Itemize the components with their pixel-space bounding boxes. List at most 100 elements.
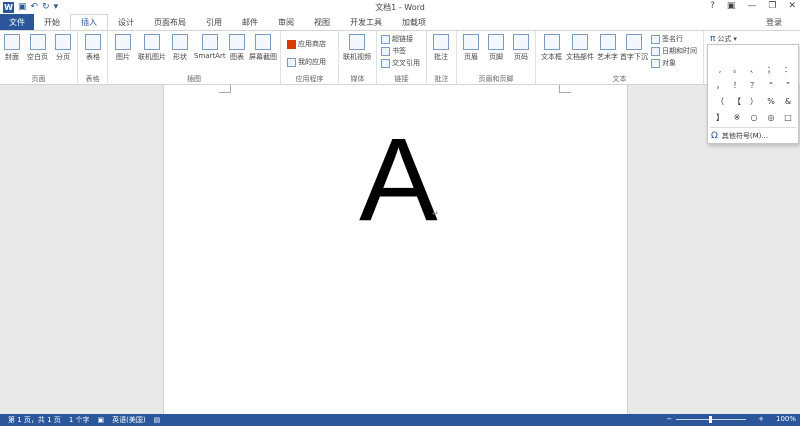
document-text[interactable]: A [359,121,438,239]
signature-line-button[interactable]: 签名行 [651,34,683,44]
date-time-button[interactable]: 日期和时间 [651,46,697,56]
symbol-cell[interactable]: （ [712,93,728,109]
smartart-button[interactable]: SmartArt [194,34,226,60]
ribbon-display-button[interactable]: ▣ [727,1,736,11]
tab-view[interactable]: 视图 [304,14,340,30]
tab-review[interactable]: 审阅 [268,14,304,30]
restore-button[interactable]: ❐ [768,1,776,11]
symbol-grid: , 。 、 ； ： ， ！ ？ “ ” （ 【 ） % & 】 ※ ○ ◎ □ [712,61,796,125]
wordart-button[interactable]: 艺术字 [597,34,618,62]
header-button[interactable]: 页眉 [463,34,479,62]
redo-icon[interactable]: ↻ [42,2,50,12]
tab-references[interactable]: 引用 [196,14,232,30]
symbol-cell[interactable]: ） [746,93,762,109]
symbol-cell[interactable]: ◎ [763,109,779,125]
text-box-button[interactable]: 文本框 [541,34,562,62]
my-apps-button[interactable]: 我的应用 [287,57,326,67]
help-button[interactable]: ? [710,1,715,11]
macro-icon[interactable]: ▤ [154,416,161,424]
comment-button[interactable]: 批注 [433,34,449,62]
word-count[interactable]: 1 个字 [69,415,90,425]
tab-file[interactable]: 文件 [0,14,34,30]
login-link[interactable]: 登录 [766,17,782,28]
language-status[interactable]: 英语(美国) [112,415,145,425]
tab-design[interactable]: 设计 [108,14,144,30]
close-button[interactable]: ✕ [788,1,796,11]
tab-home[interactable]: 开始 [34,14,70,30]
cross-reference-button[interactable]: 交叉引用 [381,58,420,68]
document-area[interactable]: A ↵ [0,85,800,414]
online-video-icon [349,34,365,50]
symbol-cell[interactable]: % [763,93,779,109]
zoom-in-button[interactable]: + [758,415,764,423]
symbol-cell[interactable]: 。 [729,61,745,77]
symbol-cell[interactable]: 】 [712,109,728,125]
symbol-cell[interactable]: “ [763,77,779,93]
symbol-cell[interactable]: □ [780,109,796,125]
online-pictures-button[interactable]: 联机图片 [138,34,166,62]
equation-button[interactable]: π 公式 ▾ [710,34,737,44]
page-count[interactable]: 第 1 页，共 1 页 [8,415,61,425]
symbol-cell[interactable]: 、 [746,61,762,77]
chart-button[interactable]: 图表 [229,34,245,62]
shapes-button[interactable]: 形状 [172,34,188,62]
group-label: 插图 [187,75,201,83]
symbol-cell[interactable]: ！ [729,77,745,93]
minimize-button[interactable]: — [747,1,756,11]
screenshot-button[interactable]: 屏幕截图 [249,34,277,62]
office-store-button[interactable]: 应用商店 [287,39,326,49]
symbol-cell[interactable]: ； [763,61,779,77]
picture-icon [115,34,131,50]
hyperlink-button[interactable]: 超链接 [381,34,413,44]
document-page[interactable]: A ↵ [163,85,628,414]
footer-button[interactable]: 页脚 [488,34,504,62]
status-bar: 第 1 页，共 1 页 1 个字 ▣ 英语(美国) ▤ − + 100% [0,414,800,426]
tab-mailings[interactable]: 邮件 [232,14,268,30]
bookmark-button[interactable]: 书签 [381,46,406,56]
paragraph-mark: ↵ [432,209,439,218]
more-symbols-item[interactable]: Ω 其他符号(M)... [711,131,768,141]
tab-addins[interactable]: 加载项 [392,14,436,30]
object-button[interactable]: 对象 [651,58,676,68]
zoom-slider-thumb[interactable] [709,415,713,423]
blank-page-button[interactable]: 空白页 [27,34,48,62]
symbol-cell[interactable]: ？ [746,77,762,93]
cover-page-button[interactable]: 封面 [4,34,20,62]
zoom-out-button[interactable]: − [666,415,672,423]
symbol-cell[interactable]: & [780,93,796,109]
customize-qat-icon[interactable]: ▾ [54,2,59,12]
drop-cap-button[interactable]: 首字下沉 [620,34,648,62]
table-button[interactable]: 表格 [85,34,101,62]
save-icon[interactable]: ▣ [18,2,27,12]
symbol-cell[interactable]: ○ [746,109,762,125]
zoom-level[interactable]: 100% [776,415,796,423]
zoom-slider[interactable] [676,415,747,423]
symbol-cell[interactable]: 【 [729,93,745,109]
undo-icon[interactable]: ↶ [31,2,39,12]
tab-page-layout[interactable]: 页面布局 [144,14,196,30]
page-number-button[interactable]: 页码 [513,34,529,62]
tab-developer[interactable]: 开发工具 [340,14,392,30]
quick-parts-icon [572,34,588,50]
group-tables: 表格 表格 [78,31,108,85]
group-label: 页面 [31,75,46,83]
group-illustrations: 图片 联机图片 形状 SmartArt 图表 屏幕截图 插图 [108,31,281,85]
my-apps-icon [287,57,296,67]
page-break-button[interactable]: 分页 [55,34,71,62]
group-comments: 批注 批注 [427,31,457,85]
quick-parts-button[interactable]: 文档部件 [566,34,594,62]
symbol-cell[interactable]: ： [780,61,796,77]
online-picture-icon [144,34,160,50]
cross-reference-icon [381,58,390,68]
symbol-cell[interactable]: ” [780,77,796,93]
group-label: 链接 [394,75,409,83]
symbol-cell[interactable]: , [712,61,728,77]
tab-insert[interactable]: 插入 [70,14,108,30]
table-icon [85,34,101,50]
calendar-icon [651,46,660,56]
online-video-button[interactable]: 联机视频 [343,34,371,62]
symbol-cell[interactable]: ， [712,77,728,93]
symbol-cell[interactable]: ※ [729,109,745,125]
pictures-button[interactable]: 图片 [115,34,131,62]
proofing-icon[interactable]: ▣ [98,416,105,424]
